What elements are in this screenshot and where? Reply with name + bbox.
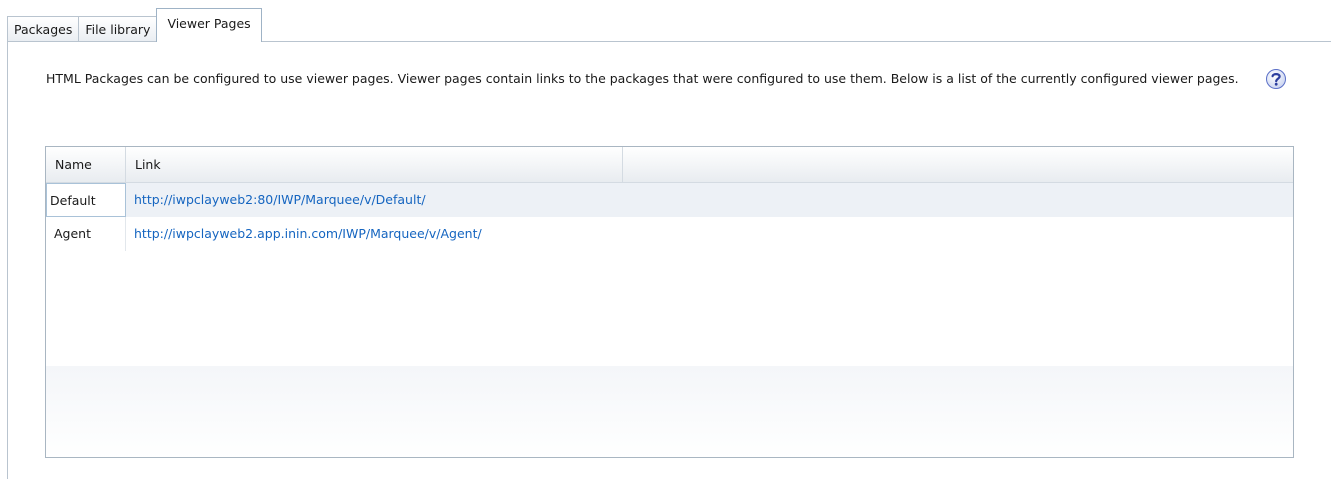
panel-border-left — [7, 41, 8, 479]
viewer-page-link[interactable]: http://iwpclayweb2.app.inin.com/IWP/Marq… — [134, 226, 482, 241]
column-header-link[interactable]: Link — [126, 147, 623, 182]
tab-viewer-pages[interactable]: Viewer Pages — [156, 8, 262, 42]
viewer-page-link[interactable]: http://iwpclayweb2:80/IWP/Marquee/v/Defa… — [134, 192, 426, 207]
tab-packages[interactable]: Packages — [7, 16, 80, 42]
tab-file-library[interactable]: File library — [78, 16, 158, 42]
viewer-pages-table: Name Link Default http://iwpclayweb2:80/… — [45, 146, 1294, 458]
column-header-filler — [623, 147, 1293, 182]
row-name-cell: Default — [46, 183, 126, 217]
table-header: Name Link — [46, 147, 1293, 183]
table-row[interactable]: Default http://iwpclayweb2:80/IWP/Marque… — [46, 183, 1293, 217]
column-header-name[interactable]: Name — [46, 147, 126, 182]
row-link-cell: http://iwpclayweb2.app.inin.com/IWP/Marq… — [126, 217, 623, 251]
row-name-cell: Agent — [46, 217, 126, 251]
table-row[interactable]: Agent http://iwpclayweb2.app.inin.com/IW… — [46, 217, 1293, 251]
description-text: HTML Packages can be configured to use v… — [46, 71, 1239, 86]
tab-bar: Packages File library Viewer Pages — [7, 8, 262, 42]
help-question-icon[interactable] — [1265, 68, 1287, 90]
row-link-cell: http://iwpclayweb2:80/IWP/Marquee/v/Defa… — [126, 183, 623, 217]
